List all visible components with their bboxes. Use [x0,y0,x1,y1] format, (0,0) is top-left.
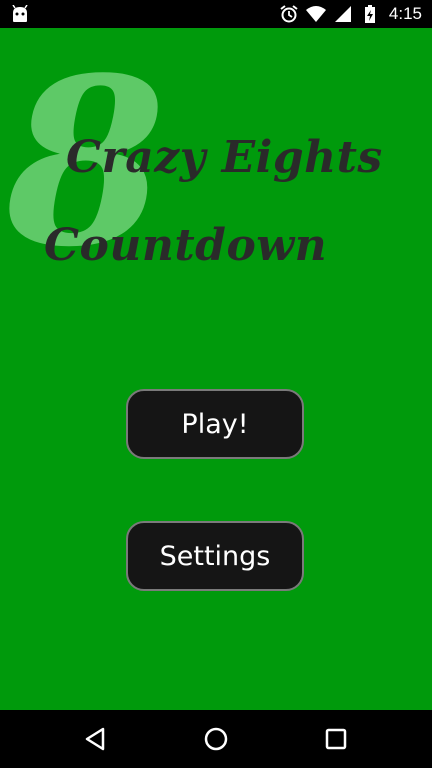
title-line-countdown: Countdown [44,220,328,271]
title-line-crazy-eights: Crazy Eights [66,132,383,183]
wifi-icon [305,6,326,22]
settings-button[interactable]: Settings [126,521,304,591]
android-robot-icon [12,5,28,22]
status-bar: 4:15 [0,0,432,28]
recents-icon[interactable] [321,724,351,754]
back-icon[interactable] [81,724,111,754]
alarm-icon [280,5,298,23]
status-icons: 4:15 [279,0,422,28]
battery-charging-icon [364,5,375,23]
status-time: 4:15 [388,4,422,23]
home-icon[interactable] [201,724,231,754]
navigation-bar [0,710,432,768]
signal-icon [334,6,351,22]
play-button-label: Play! [181,408,249,440]
play-button[interactable]: Play! [126,389,304,459]
settings-button-label: Settings [159,540,271,572]
app-screen: 4:15 8 Crazy Eights Countdown Play! Sett… [0,0,432,768]
